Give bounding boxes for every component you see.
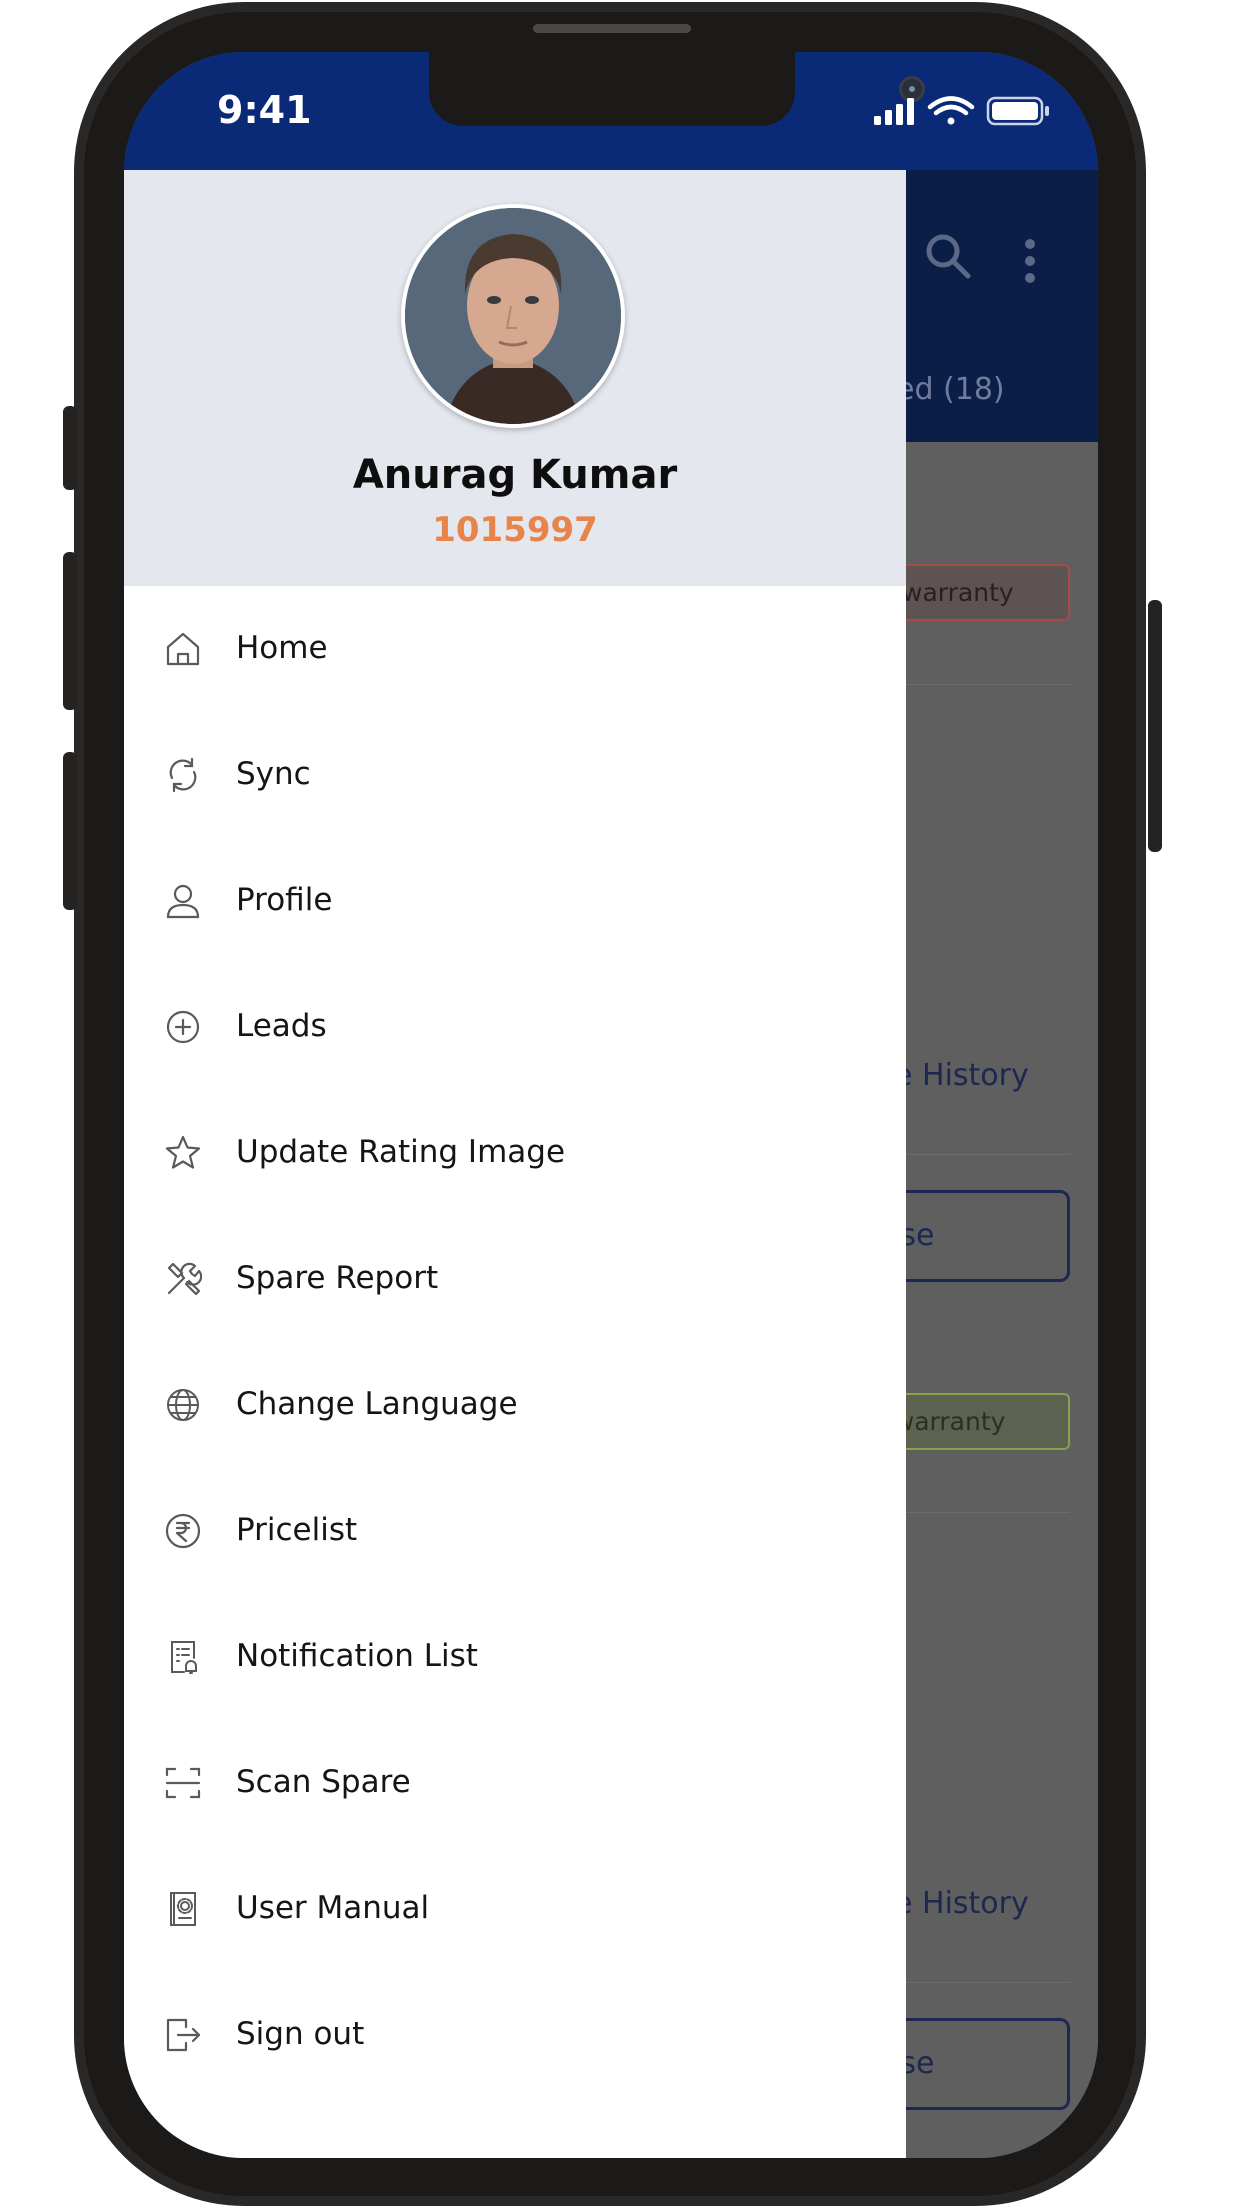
globe-icon: [167, 1389, 199, 1421]
more-vert-icon[interactable]: [1024, 238, 1036, 284]
divider: [884, 1512, 1070, 1513]
notch: [429, 52, 925, 126]
plus-circle-icon: [166, 1010, 200, 1044]
scan-icon: [165, 1767, 201, 1799]
menu-item-change-language[interactable]: Change Language: [124, 1342, 906, 1468]
power-button: [1148, 600, 1162, 852]
menu-item-label: Home: [236, 630, 328, 666]
divider: [884, 1154, 1070, 1155]
mute-switch: [63, 406, 77, 490]
avatar-photo: [405, 208, 621, 424]
menu-item-label: Notification List: [236, 1638, 478, 1674]
menu-item-home[interactable]: Home: [124, 586, 906, 712]
menu-item-pricelist[interactable]: Pricelist: [124, 1468, 906, 1594]
user-icon: [166, 884, 200, 919]
speaker-grille: [533, 24, 691, 33]
tab-completed[interactable]: ed (18): [896, 372, 1005, 407]
menu-item-label: Profile: [236, 882, 333, 918]
home-icon: [166, 632, 200, 666]
signal-icon: [874, 98, 914, 125]
notification-list-icon: [171, 1641, 197, 1674]
screen: ed (18) of warranty ase History Case n w…: [124, 52, 1098, 2158]
menu-item-sign-out[interactable]: Sign out: [124, 1972, 906, 2098]
menu-item-label: Change Language: [236, 1386, 518, 1422]
menu-item-label: Sync: [236, 756, 311, 792]
menu-item-leads[interactable]: Leads: [124, 964, 906, 1090]
rupee-icon: [165, 1513, 201, 1549]
battery-icon: [986, 96, 1049, 126]
menu-item-label: User Manual: [236, 1890, 430, 1926]
menu-item-user-manual[interactable]: User Manual: [124, 1846, 906, 1972]
divider: [884, 1982, 1070, 1983]
menu-item-spare-report[interactable]: Spare Report: [124, 1216, 906, 1342]
menu-item-label: Update Rating Image: [236, 1134, 566, 1170]
menu-item-update-rating-image[interactable]: Update Rating Image: [124, 1090, 906, 1216]
volume-up-button: [63, 552, 77, 710]
divider: [884, 684, 1070, 685]
status-icons: [874, 96, 1049, 126]
wifi-icon: [927, 96, 975, 125]
avatar[interactable]: [401, 204, 625, 428]
user-id: 1015997: [432, 510, 598, 550]
tools-icon: [167, 1262, 202, 1296]
menu-item-label: Pricelist: [236, 1512, 358, 1548]
sync-icon: [169, 757, 197, 793]
menu-item-notification-list[interactable]: Notification List: [124, 1594, 906, 1720]
menu-item-label: Scan Spare: [236, 1764, 411, 1800]
manual-icon: [170, 1892, 196, 1926]
menu-item-label: Sign out: [236, 2016, 365, 2052]
drawer-header: Anurag Kumar 1015997: [124, 170, 906, 586]
navigation-drawer: Anurag Kumar 1015997 Home Sync Profile L…: [124, 170, 906, 2158]
star-icon: [165, 1135, 201, 1169]
status-bar: 9:41: [124, 52, 1098, 170]
volume-down-button: [63, 752, 77, 910]
sign-out-icon: [166, 2018, 201, 2052]
menu-item-label: Spare Report: [236, 1260, 439, 1296]
status-time: 9:41: [217, 88, 312, 132]
menu-item-profile[interactable]: Profile: [124, 838, 906, 964]
user-name: Anurag Kumar: [352, 452, 678, 498]
menu-item-label: Leads: [236, 1008, 327, 1044]
search-icon[interactable]: [924, 232, 972, 280]
menu-item-scan-spare[interactable]: Scan Spare: [124, 1720, 906, 1846]
menu-item-sync[interactable]: Sync: [124, 712, 906, 838]
